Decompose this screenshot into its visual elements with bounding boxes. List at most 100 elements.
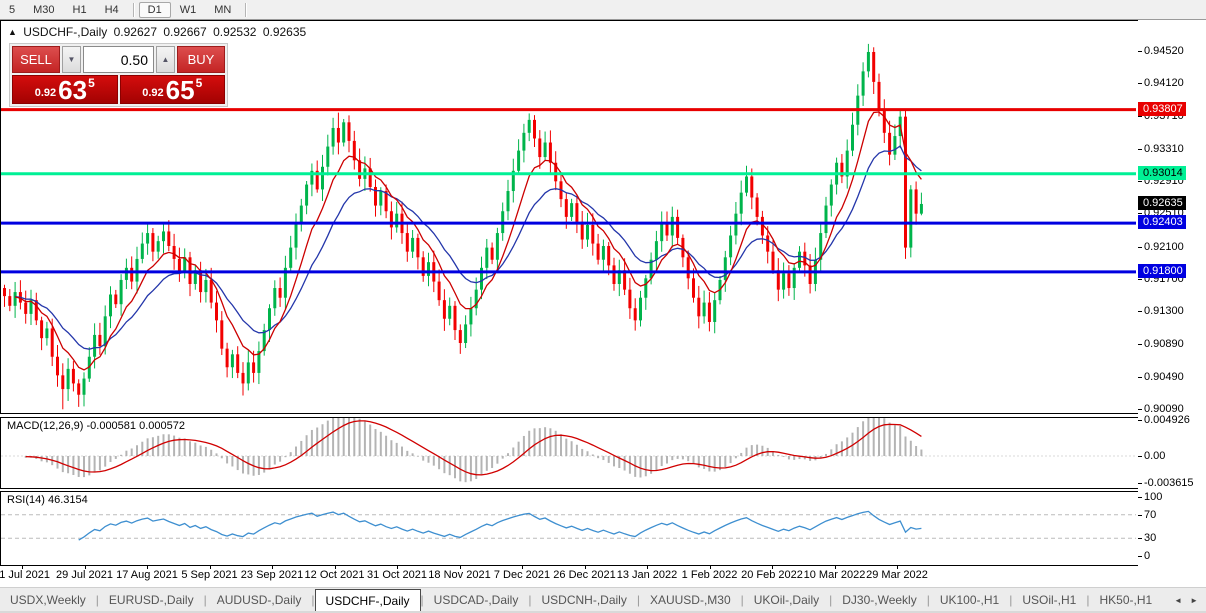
price-tick-label: 0.94120 [1144, 77, 1184, 89]
candle-body [517, 151, 520, 171]
symbol-tab-uk100[interactable]: UK100-,H1 [930, 588, 1009, 612]
rsi-axis-label: 100 [1144, 491, 1162, 503]
symbol-tab-bar: USDX,Weekly|EURUSD-,Daily|AUDUSD-,Daily|… [0, 587, 1206, 612]
rsi-indicator-pane[interactable]: RSI(14) 46.3154 [0, 491, 1139, 566]
buy-button[interactable]: BUY [177, 46, 225, 73]
tab-scroll-arrows: ◄► [1166, 588, 1206, 612]
candle-body [485, 248, 488, 268]
timeframe-button-5[interactable]: 5 [0, 2, 24, 18]
candle-body [692, 278, 695, 297]
candle-body [909, 189, 912, 247]
tick-dash [1138, 181, 1142, 182]
timeframe-button-h4[interactable]: H4 [96, 2, 128, 18]
candle-body [745, 176, 748, 192]
symbol-tab-usoil[interactable]: USOil-,H1 [1012, 588, 1086, 612]
candle-body [872, 52, 875, 82]
candle-body [305, 185, 308, 206]
candle-body [125, 268, 128, 280]
candle-body [406, 233, 409, 252]
candle-body [114, 294, 117, 304]
candle-body [411, 238, 414, 252]
price-tick-label: 0.90890 [1144, 338, 1184, 350]
symbol-tab-audusd[interactable]: AUDUSD-,Daily [207, 588, 312, 612]
candle-body [766, 235, 769, 251]
candle-body [77, 383, 80, 394]
candle-body [157, 241, 160, 252]
chevron-down-icon: ▼ [68, 55, 76, 64]
date-label: 7 Dec 2021 [494, 569, 550, 581]
candle-body [772, 252, 775, 271]
price-tick-label: 0.93310 [1144, 143, 1184, 155]
candle-body [14, 292, 17, 306]
candle-body [162, 231, 165, 241]
symbol-tab-xauusd[interactable]: XAUUSD-,M30 [640, 588, 741, 612]
candle-body [438, 282, 441, 301]
candle-body [379, 191, 382, 206]
timeframe-button-h1[interactable]: H1 [64, 2, 96, 18]
buy-price-base: 0.92 [142, 87, 163, 99]
candle-body [464, 324, 467, 343]
candle-body [825, 206, 828, 233]
sell-price-button[interactable]: 0.92 63 5 [12, 75, 118, 104]
candle-body [867, 52, 870, 71]
candle-body [151, 233, 154, 252]
candle-body [915, 189, 918, 213]
candle-body [644, 278, 647, 297]
candle-body [507, 191, 510, 211]
rsi-chart[interactable] [1, 492, 1136, 563]
tick-dash [1138, 247, 1142, 248]
candle-body [173, 246, 176, 259]
tab-scroll-right-icon[interactable]: ► [1190, 596, 1198, 605]
symbol-tab-dj30[interactable]: DJ30-,Weekly [832, 588, 926, 612]
volume-input[interactable]: 0.50 [83, 46, 154, 73]
buy-price-button[interactable]: 0.92 65 5 [120, 75, 226, 104]
candle-body [676, 217, 679, 238]
date-label: 13 Jan 2022 [617, 569, 678, 581]
ohlc-low: 0.92532 [213, 25, 256, 39]
symbol-marker-icon: ▲ [8, 27, 17, 37]
sell-button[interactable]: SELL [12, 46, 60, 73]
date-label: 11 Jul 2021 [0, 569, 50, 581]
candle-body [321, 167, 324, 190]
candle-body [348, 122, 351, 141]
candle-body [724, 257, 727, 280]
symbol-tab-usdchf[interactable]: USDCHF-,Daily [315, 589, 421, 612]
rsi-name: RSI(14) [7, 494, 45, 506]
volume-decrease-button[interactable]: ▼ [62, 46, 81, 73]
candle-body [45, 328, 48, 338]
symbol-tab-eurusd[interactable]: EURUSD-,Daily [99, 588, 204, 612]
symbol-tab-usdcnh[interactable]: USDCNH-,Daily [531, 588, 636, 612]
date-label: 23 Sep 2021 [241, 569, 303, 581]
tick-dash [1138, 83, 1142, 84]
candle-body [146, 233, 149, 244]
candle-body [199, 270, 202, 292]
date-axis[interactable]: 11 Jul 202129 Jul 202117 Aug 20215 Sep 2… [0, 566, 1137, 586]
price-axis[interactable]: 0.945200.941200.937100.933100.929100.925… [1138, 20, 1206, 586]
candle-body [242, 373, 245, 384]
candle-body [703, 303, 706, 317]
date-label: 31 Oct 2021 [367, 569, 427, 581]
candle-body [141, 244, 144, 259]
symbol-tab-hk50[interactable]: HK50-,H1 [1089, 588, 1162, 612]
candle-body [522, 133, 525, 151]
candle-body [787, 273, 790, 288]
candle-body [496, 233, 499, 260]
date-label: 10 Mar 2022 [804, 569, 866, 581]
macd-values: -0.000581 0.000572 [86, 420, 184, 432]
macd-indicator-pane[interactable]: MACD(12,26,9) -0.000581 0.000572 [0, 417, 1139, 489]
candle-body [628, 290, 631, 309]
date-label: 26 Dec 2021 [553, 569, 615, 581]
candle-body [342, 122, 345, 142]
tab-scroll-left-icon[interactable]: ◄ [1174, 596, 1182, 605]
symbol-tab-usdx[interactable]: USDX,Weekly [0, 588, 96, 612]
symbol-tab-ukoil[interactable]: UKOil-,Daily [744, 588, 829, 612]
buy-price-point: 5 [196, 76, 203, 90]
timeframe-button-w1[interactable]: W1 [171, 2, 206, 18]
timeframe-button-m30[interactable]: M30 [24, 2, 63, 18]
volume-increase-button[interactable]: ▲ [156, 46, 175, 73]
timeframe-button-mn[interactable]: MN [205, 2, 240, 18]
symbol-tab-usdcad[interactable]: USDCAD-,Daily [424, 588, 529, 612]
timeframe-button-d1[interactable]: D1 [139, 2, 171, 18]
sell-price-point: 5 [88, 76, 95, 90]
candle-body [862, 71, 865, 95]
